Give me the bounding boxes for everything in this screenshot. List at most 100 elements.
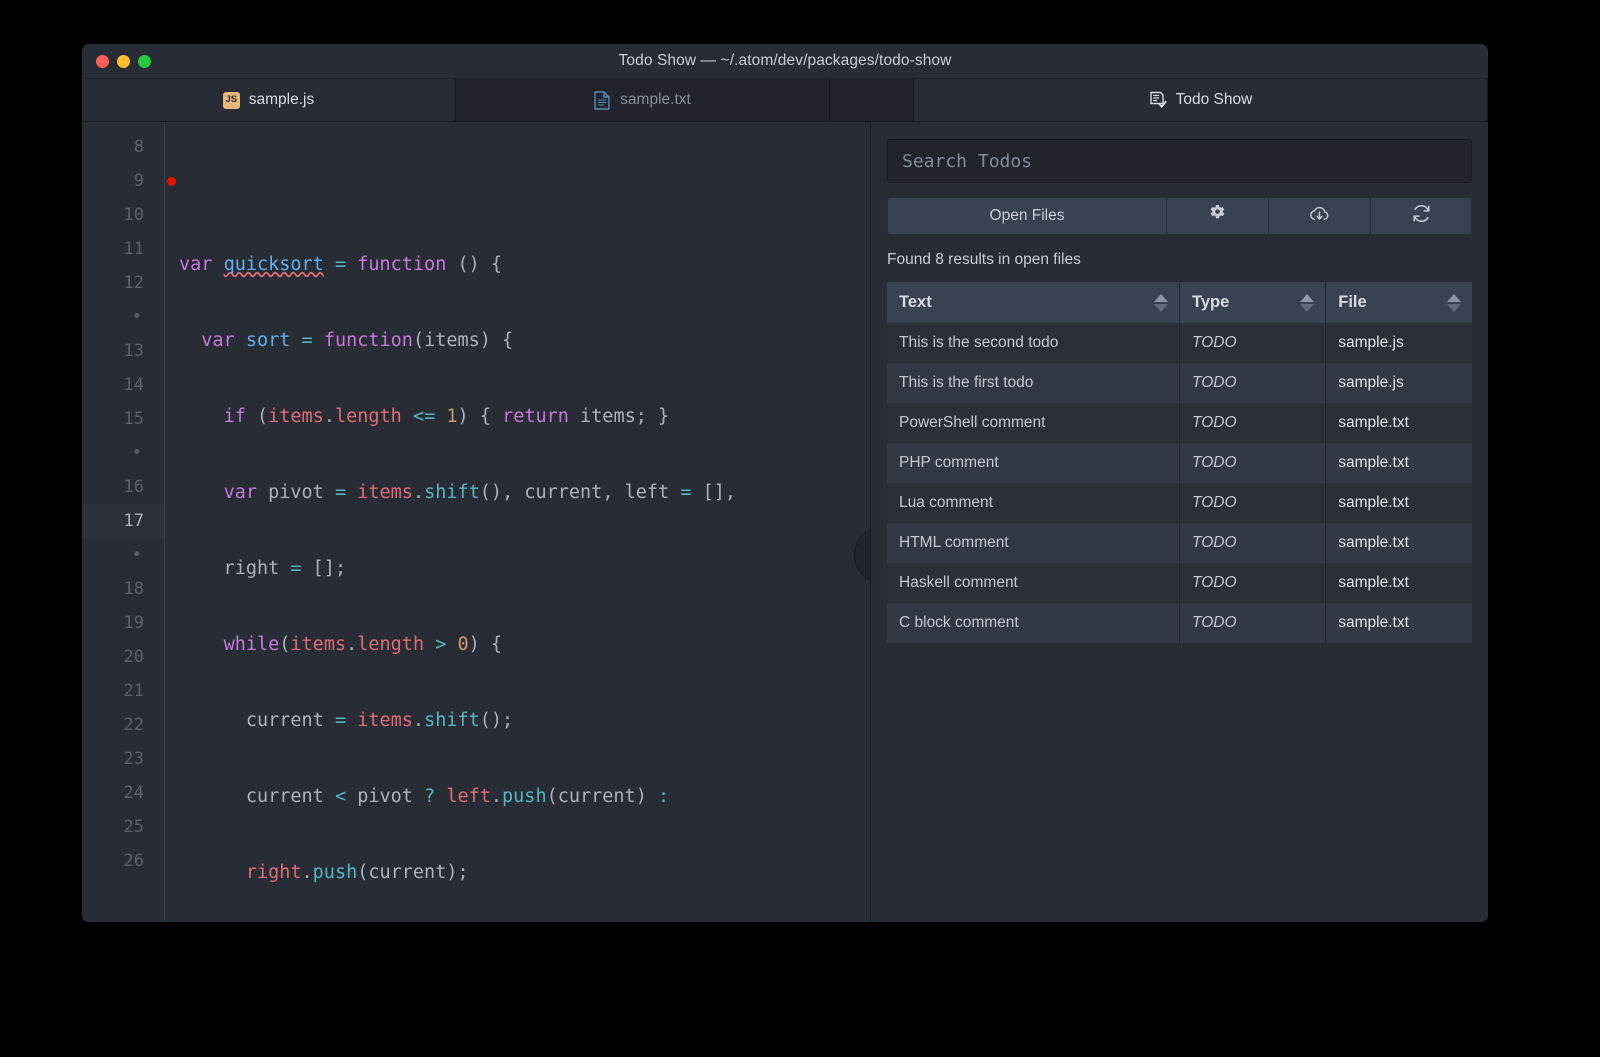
refresh-icon — [1411, 203, 1432, 229]
window-title: Todo Show — ~/.atom/dev/packages/todo-sh… — [618, 52, 952, 69]
checklist-icon — [1149, 91, 1167, 109]
results-summary: Found 8 results in open files — [887, 251, 1081, 268]
table-row[interactable]: HTML comment TODO sample.txt — [887, 523, 1472, 563]
cell-file: sample.txt — [1338, 454, 1409, 471]
line-number: 22 — [123, 715, 144, 735]
cell-text: Haskell comment — [887, 563, 1180, 603]
cell-text: Lua comment — [887, 483, 1180, 523]
code-line: var quicksort = function () { — [179, 254, 503, 275]
soft-wrap-marker — [82, 538, 164, 572]
zoom-button[interactable] — [138, 54, 151, 68]
tab-sample-js[interactable]: JS sample.js — [82, 79, 456, 121]
cell-file: sample.js — [1338, 374, 1404, 391]
cell-text: PowerShell comment — [887, 403, 1180, 443]
cell-file: sample.txt — [1338, 574, 1409, 591]
line-number: 9 — [82, 164, 176, 198]
line-number: 15 — [123, 409, 144, 429]
table-row[interactable]: This is the first todo TODO sample.js — [887, 363, 1472, 403]
table-row[interactable]: This is the second todo TODO sample.js — [887, 323, 1472, 363]
tab-todo-show[interactable]: Todo Show — [914, 79, 1488, 121]
line-number: 14 — [123, 375, 144, 395]
cell-type: TODO — [1179, 443, 1327, 483]
line-number: 11 — [123, 239, 144, 259]
workspace: 8 9 10 11 12 13 14 15 16 17 18 19 20 21 … — [82, 122, 1488, 922]
scope-button[interactable]: Open Files — [887, 197, 1166, 235]
cloud-download-icon — [1308, 204, 1331, 229]
code-line: current < pivot ? left.push(current) : — [179, 786, 670, 807]
cell-file: sample.js — [1338, 334, 1404, 351]
cell-text: C block comment — [887, 603, 1180, 643]
sort-arrows-icon[interactable] — [1154, 293, 1168, 312]
code-editor[interactable]: 8 9 10 11 12 13 14 15 16 17 18 19 20 21 … — [82, 122, 871, 922]
code-line: right.push(current); — [245, 862, 469, 883]
settings-button[interactable] — [1166, 197, 1268, 235]
line-number: 21 — [123, 681, 144, 701]
line-number: 18 — [123, 579, 144, 599]
line-number: 20 — [123, 647, 144, 667]
traffic-lights — [96, 54, 151, 68]
cell-file: sample.txt — [1338, 494, 1409, 511]
tab-label: sample.js — [248, 91, 315, 108]
cell-type: TODO — [1179, 363, 1327, 403]
minimize-button[interactable] — [117, 54, 130, 68]
soft-wrap-marker — [82, 436, 164, 470]
line-number-current: 17 — [82, 504, 164, 538]
cell-type: TODO — [1179, 403, 1327, 443]
soft-wrap-marker — [82, 300, 164, 334]
breakpoint-icon[interactable] — [167, 177, 176, 186]
column-label: Text — [899, 293, 932, 311]
cell-file: sample.txt — [1338, 534, 1409, 551]
save-button[interactable] — [1268, 197, 1370, 235]
title-bar: Todo Show — ~/.atom/dev/packages/todo-sh… — [82, 44, 1488, 79]
cell-text: This is the second todo — [887, 323, 1180, 363]
cell-type: TODO — [1179, 563, 1327, 603]
table-row[interactable]: PowerShell comment TODO sample.txt — [887, 403, 1472, 443]
refresh-button[interactable] — [1370, 197, 1472, 235]
todo-show-panel: Open Files — [871, 122, 1488, 922]
code-line: if (items.length <= 1) { return items; } — [223, 406, 670, 427]
sort-arrows-icon[interactable] — [1300, 293, 1315, 312]
sort-arrows-icon[interactable] — [1447, 293, 1461, 312]
line-number: 13 — [123, 341, 144, 361]
code-line: right = []; — [179, 558, 347, 579]
line-number: 24 — [123, 783, 144, 803]
column-header-text[interactable]: Text — [887, 282, 1180, 323]
table-header-row: Text Type File — [887, 282, 1472, 323]
cell-type: TODO — [1179, 323, 1327, 363]
table-row[interactable]: Lua comment TODO sample.txt — [887, 483, 1472, 523]
code-line: while(items.length > 0) { — [223, 634, 503, 655]
line-number: 23 — [123, 749, 144, 769]
js-file-icon: JS — [222, 91, 240, 109]
table-row[interactable]: C block comment TODO sample.txt — [887, 603, 1472, 643]
code-content[interactable]: var quicksort = function () { var sort =… — [164, 122, 870, 922]
chevron-right-icon: › — [870, 544, 871, 566]
column-header-file[interactable]: File — [1325, 282, 1472, 323]
line-number: 16 — [123, 477, 144, 497]
cell-type: TODO — [1179, 603, 1327, 643]
code-line: var sort = function(items) { — [201, 330, 514, 351]
close-button[interactable] — [96, 54, 109, 68]
tab-sample-txt[interactable]: sample.txt — [456, 79, 830, 121]
search-input[interactable] — [887, 139, 1472, 183]
cell-text: PHP comment — [887, 443, 1180, 483]
tab-label: sample.txt — [620, 91, 691, 108]
cell-type: TODO — [1179, 483, 1327, 523]
cell-file: sample.txt — [1338, 414, 1409, 431]
table-row[interactable]: Haskell comment TODO sample.txt — [887, 563, 1472, 603]
cell-type: TODO — [1179, 523, 1327, 563]
editor-window: Todo Show — ~/.atom/dev/packages/todo-sh… — [82, 44, 1488, 922]
line-number: 25 — [123, 817, 144, 837]
line-number: 12 — [123, 273, 144, 293]
line-number-gutter[interactable]: 8 9 10 11 12 13 14 15 16 17 18 19 20 21 … — [82, 122, 176, 922]
line-number: 19 — [123, 613, 144, 633]
line-number: 10 — [123, 205, 144, 225]
todo-results-table: Text Type File This is the second todo T… — [887, 282, 1472, 643]
cell-text: HTML comment — [887, 523, 1180, 563]
cell-file: sample.txt — [1338, 614, 1409, 631]
table-row[interactable]: PHP comment TODO sample.txt — [887, 443, 1472, 483]
code-line: current = items.shift(); — [179, 710, 514, 731]
code-line: var pivot = items.shift(), current, left… — [223, 482, 736, 503]
column-header-type[interactable]: Type — [1179, 282, 1327, 323]
tab-label: Todo Show — [1175, 91, 1253, 108]
